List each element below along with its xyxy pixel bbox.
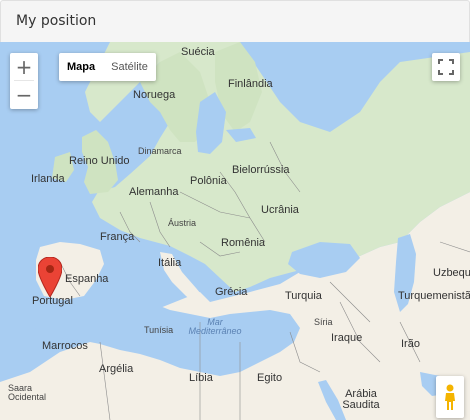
label-ucrania: Ucrânia bbox=[261, 204, 299, 216]
location-marker-icon[interactable] bbox=[38, 257, 62, 297]
label-franca: França bbox=[100, 231, 135, 243]
label-espanha: Espanha bbox=[65, 273, 109, 285]
label-irlanda: Irlanda bbox=[31, 173, 65, 185]
label-egito: Egito bbox=[257, 372, 283, 384]
label-dinamarca: Dinamarca bbox=[138, 146, 182, 156]
label-argelia: Argélia bbox=[99, 363, 134, 375]
map-type-control: Mapa Satélite bbox=[59, 53, 156, 81]
zoom-control: + − bbox=[10, 53, 38, 109]
label-mediterranean-sea: Mar Mediterrâneo bbox=[188, 317, 242, 336]
map-view[interactable]: Suécia Finlândia Noruega Dinamarca Reino… bbox=[0, 42, 470, 420]
label-finlandia: Finlândia bbox=[228, 78, 273, 90]
label-bielorrussia: Bielorrússia bbox=[232, 164, 290, 176]
zoom-out-button[interactable]: − bbox=[10, 81, 38, 108]
label-italia: Itália bbox=[158, 257, 182, 269]
map-base bbox=[0, 42, 470, 420]
label-suecia: Suécia bbox=[181, 46, 215, 58]
map-type-satellite-button[interactable]: Satélite bbox=[103, 53, 156, 81]
label-arabia-saudita: Arábia Saudita bbox=[342, 388, 380, 411]
label-irao: Irão bbox=[401, 338, 420, 350]
fullscreen-button[interactable] bbox=[432, 53, 460, 81]
zoom-in-button[interactable]: + bbox=[10, 53, 38, 80]
label-grecia: Grécia bbox=[215, 286, 248, 298]
label-siria: Síria bbox=[314, 317, 333, 327]
map-card: My position Suécia Finlândia Noruega Din… bbox=[0, 0, 470, 420]
label-polonia: Polônia bbox=[190, 175, 227, 187]
label-marrocos: Marrocos bbox=[42, 340, 88, 352]
label-uzbeque: Uzbeque bbox=[433, 267, 470, 279]
label-turquia: Turquia bbox=[285, 290, 322, 302]
pegman-icon bbox=[445, 384, 455, 410]
label-alemanha: Alemanha bbox=[129, 186, 179, 198]
label-romenia: Romênia bbox=[221, 237, 266, 249]
label-turquemenista: Turquemenistã bbox=[398, 290, 470, 302]
label-tunisia: Tunísia bbox=[144, 325, 174, 335]
label-reino-unido: Reino Unido bbox=[69, 155, 130, 167]
map-type-map-button[interactable]: Mapa bbox=[59, 53, 103, 81]
card-title: My position bbox=[16, 13, 97, 29]
label-saara-ocidental: Saara Ocidental bbox=[8, 383, 47, 402]
street-view-pegman-button[interactable] bbox=[436, 376, 464, 418]
label-iraque: Iraque bbox=[331, 332, 363, 344]
label-noruega: Noruega bbox=[133, 89, 176, 101]
label-libia: Líbia bbox=[189, 372, 213, 384]
label-portugal: Portugal bbox=[32, 295, 73, 307]
card-header: My position bbox=[0, 0, 470, 43]
fullscreen-icon bbox=[438, 59, 454, 75]
label-austria: Áustria bbox=[168, 218, 197, 228]
